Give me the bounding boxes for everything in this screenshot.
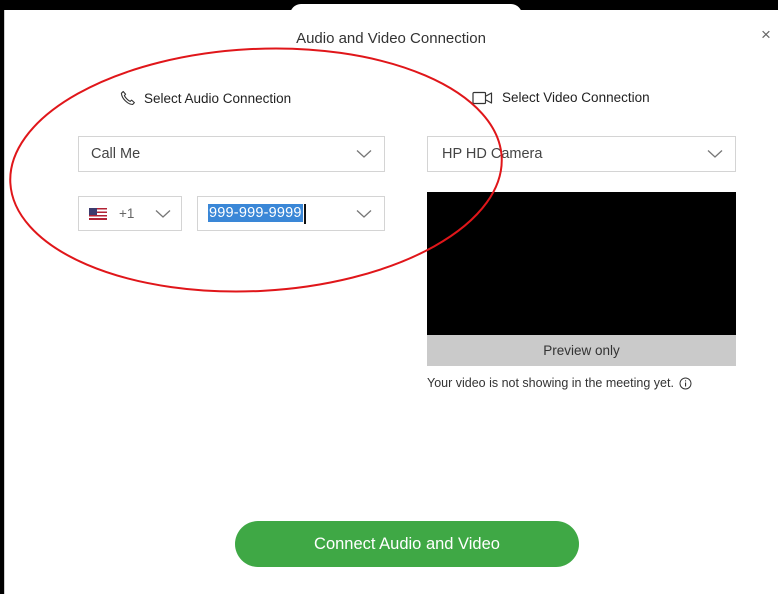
chevron-down-icon [356, 209, 372, 219]
phone-icon [120, 90, 136, 106]
chevron-down-icon [707, 149, 723, 159]
audio-connection-select[interactable]: Call Me [78, 136, 385, 172]
audio-connection-value: Call Me [91, 146, 141, 162]
chevron-down-icon [356, 149, 372, 159]
audio-section-heading: Select Audio Connection [120, 90, 291, 106]
video-section-label: Select Video Connection [502, 90, 650, 105]
chevron-down-icon [155, 209, 171, 219]
close-button[interactable]: × [756, 25, 776, 45]
screen: Audio and Video Connection × Select Audi… [0, 0, 778, 594]
phone-number-value: 999-999-9999 [208, 204, 303, 223]
preview-only-label: Preview only [427, 335, 736, 366]
video-camera-icon [472, 91, 494, 105]
video-notice-text: Your video is not showing in the meeting… [427, 376, 674, 390]
audio-section-label: Select Audio Connection [144, 90, 292, 106]
camera-select[interactable]: HP HD Camera [427, 136, 736, 172]
us-flag-icon [89, 207, 107, 220]
info-icon[interactable] [679, 377, 692, 390]
video-notice: Your video is not showing in the meeting… [427, 376, 692, 390]
video-section-heading: Select Video Connection [472, 90, 650, 105]
video-preview [427, 192, 736, 335]
country-code-value: +1 [119, 206, 135, 221]
phone-number-input[interactable]: 999-999-9999 [197, 196, 385, 231]
background-window-edge [0, 0, 29, 594]
connect-audio-video-button[interactable]: Connect Audio and Video [235, 521, 579, 567]
dialog-title: Audio and Video Connection [296, 30, 486, 47]
text-caret [303, 203, 306, 224]
camera-value: HP HD Camera [442, 146, 543, 162]
country-code-select[interactable]: +1 [78, 196, 182, 231]
audio-video-dialog: Audio and Video Connection × Select Audi… [29, 10, 778, 594]
